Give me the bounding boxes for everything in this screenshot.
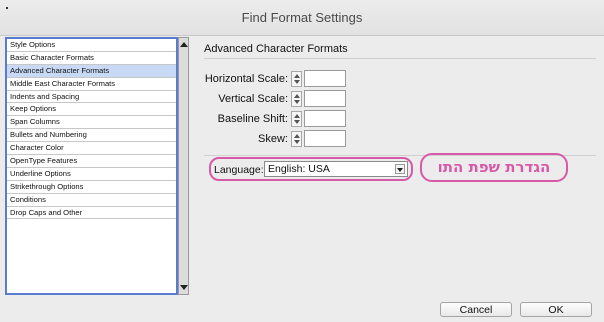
skew-input[interactable] <box>304 130 346 147</box>
list-item-underline-options[interactable]: Underline Options <box>7 168 176 181</box>
hebrew-annotation: הגדרת שפת התו <box>420 153 568 182</box>
baseline-shift-input[interactable] <box>304 110 346 127</box>
list-item-basic-character-formats[interactable]: Basic Character Formats <box>7 52 176 65</box>
list-item-style-options[interactable]: Style Options <box>7 39 176 52</box>
field-row-horizontal-scale: Horizontal Scale: <box>0 70 604 88</box>
language-label: Language: <box>214 164 264 176</box>
skew-stepper[interactable] <box>291 131 302 147</box>
language-value: English: USA <box>268 163 330 175</box>
vertical-scale-label: Vertical Scale: <box>218 93 288 105</box>
field-row-vertical-scale: Vertical Scale: <box>0 90 604 108</box>
horizontal-scale-input[interactable] <box>304 70 346 87</box>
scroll-up-arrow-icon[interactable] <box>180 42 188 47</box>
baseline-shift-label: Baseline Shift: <box>217 113 288 125</box>
step-up-icon[interactable] <box>294 134 300 138</box>
list-item-strikethrough-options[interactable]: Strikethrough Options <box>7 181 176 194</box>
skew-label: Skew: <box>258 133 288 145</box>
list-item-conditions[interactable]: Conditions <box>7 194 176 207</box>
section-divider <box>204 58 596 59</box>
vertical-scale-input[interactable] <box>304 90 346 107</box>
list-item-opentype-features[interactable]: OpenType Features <box>7 155 176 168</box>
step-down-icon[interactable] <box>294 80 300 84</box>
field-row-skew: Skew: <box>0 130 604 148</box>
list-item-drop-caps-and-other[interactable]: Drop Caps and Other <box>7 207 176 220</box>
scroll-down-arrow-icon[interactable] <box>180 285 188 290</box>
step-up-icon[interactable] <box>294 114 300 118</box>
field-row-baseline-shift: Baseline Shift: <box>0 110 604 128</box>
step-down-icon[interactable] <box>294 120 300 124</box>
chevron-down-icon[interactable] <box>395 164 405 174</box>
horizontal-scale-label: Horizontal Scale: <box>204 73 288 85</box>
step-down-icon[interactable] <box>294 140 300 144</box>
language-select[interactable]: English: USA <box>264 161 408 177</box>
step-up-icon[interactable] <box>294 74 300 78</box>
vertical-scale-stepper[interactable] <box>291 91 302 107</box>
step-down-icon[interactable] <box>294 100 300 104</box>
baseline-shift-stepper[interactable] <box>291 111 302 127</box>
horizontal-scale-stepper[interactable] <box>291 71 302 87</box>
ok-button[interactable]: OK <box>520 302 592 317</box>
section-title: Advanced Character Formats <box>204 43 348 55</box>
step-up-icon[interactable] <box>294 94 300 98</box>
corner-mark <box>6 7 8 9</box>
window-title: Find Format Settings <box>241 10 363 25</box>
title-bar: Find Format Settings <box>0 0 604 36</box>
cancel-button[interactable]: Cancel <box>440 302 512 317</box>
